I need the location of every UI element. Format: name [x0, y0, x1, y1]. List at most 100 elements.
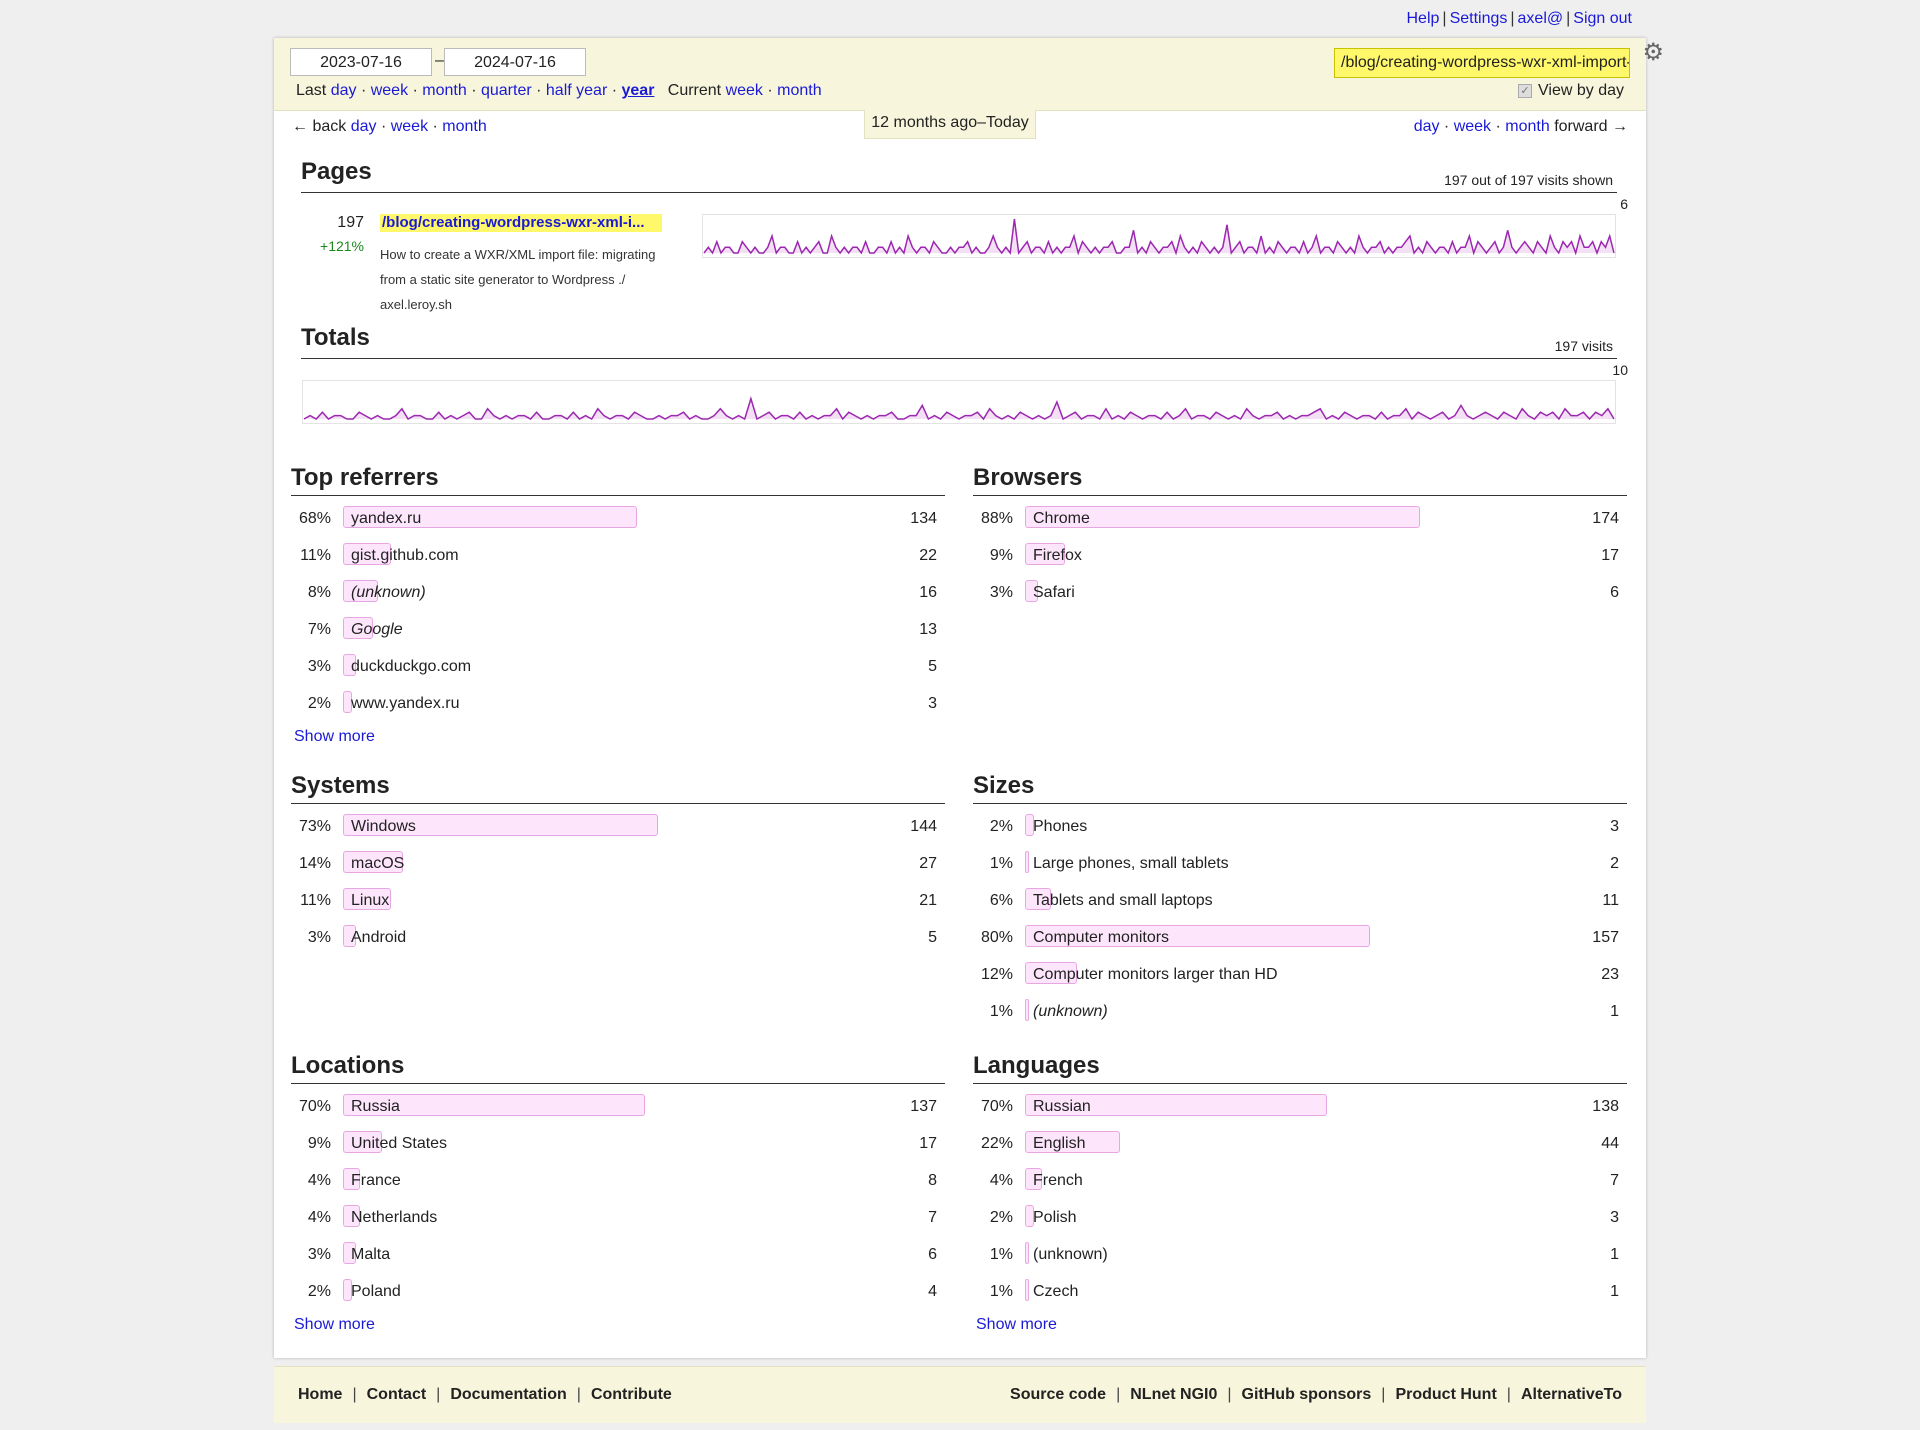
referrers-row[interactable]: 68% yandex.ru 134: [291, 500, 945, 537]
locations-row[interactable]: 4% Netherlands 7: [291, 1199, 945, 1236]
footer-separator: |: [436, 1386, 441, 1403]
separator: ·: [408, 82, 423, 99]
row-label: Google: [351, 621, 403, 638]
row-label: Safari: [1033, 584, 1075, 601]
top-nav-sep: |: [1442, 10, 1447, 27]
back-label: ← back: [292, 118, 347, 135]
row-percent: 11%: [300, 892, 331, 909]
footer-link-product-hunt[interactable]: Product Hunt: [1395, 1386, 1496, 1403]
sizes-row[interactable]: 80% Computer monitors 157: [973, 919, 1627, 956]
languages-row[interactable]: 22% English 44: [973, 1125, 1627, 1162]
languages-show-more[interactable]: Show more: [976, 1316, 1057, 1334]
totals-chart-max: 10: [1612, 362, 1628, 378]
languages-row[interactable]: 1% Czech 1: [973, 1273, 1627, 1310]
footer-link-home[interactable]: Home: [298, 1386, 342, 1403]
row-percent: 6%: [989, 892, 1013, 909]
footer-link-documentation[interactable]: Documentation: [450, 1386, 566, 1403]
row-percent: 11%: [300, 547, 331, 564]
row-bar: [1025, 999, 1030, 1021]
row-label: Computer monitors: [1033, 929, 1170, 946]
browsers-row[interactable]: 3% Safari 6: [973, 574, 1627, 611]
view-by-day-checkbox[interactable]: ✓ View by day: [1518, 82, 1624, 100]
forward-option-month[interactable]: month: [1505, 118, 1549, 135]
row-label: Netherlands: [351, 1209, 438, 1226]
current-option-month[interactable]: month: [777, 82, 821, 99]
help-link[interactable]: Help: [1407, 10, 1440, 27]
languages-row[interactable]: 4% French 7: [973, 1162, 1627, 1199]
last-option-day[interactable]: day: [331, 82, 357, 99]
locations-show-more[interactable]: Show more: [294, 1316, 375, 1334]
languages-row[interactable]: 2% Polish 3: [973, 1199, 1627, 1236]
row-count: 13: [919, 621, 937, 638]
row-label: (unknown): [1033, 1246, 1108, 1263]
footer: Home | Contact | Documentation | Contribute So…: [274, 1366, 1646, 1423]
user-link[interactable]: axel@: [1518, 10, 1564, 27]
checkbox-icon[interactable]: ✓: [1518, 83, 1533, 98]
footer-link-contact[interactable]: Contact: [367, 1386, 427, 1403]
forward-option-week[interactable]: week: [1454, 118, 1491, 135]
languages-row[interactable]: 70% Russian 138: [973, 1088, 1627, 1125]
last-label: Last: [296, 82, 327, 99]
referrers-row[interactable]: 7% Google 13: [291, 611, 945, 648]
row-label: (unknown): [351, 584, 426, 601]
row-count: 6: [928, 1246, 937, 1263]
settings-link[interactable]: Settings: [1450, 10, 1508, 27]
row-percent: 3%: [307, 658, 331, 675]
referrers-row[interactable]: 11% gist.github.com 22: [291, 537, 945, 574]
referrers-row[interactable]: 8% (unknown) 16: [291, 574, 945, 611]
last-option-half-year[interactable]: half year: [546, 82, 607, 99]
footer-link-source-code[interactable]: Source code: [1010, 1386, 1106, 1403]
sizes-row[interactable]: 1% Large phones, small tablets 2: [973, 845, 1627, 882]
footer-link-nlnet-ngi0[interactable]: NLnet NGI0: [1130, 1386, 1217, 1403]
row-percent: 3%: [989, 584, 1013, 601]
forward-option-day[interactable]: day: [1414, 118, 1440, 135]
locations-row[interactable]: 2% Poland 4: [291, 1273, 945, 1310]
systems-row[interactable]: 14% macOS 27: [291, 845, 945, 882]
browsers-row[interactable]: 9% Firefox 17: [973, 537, 1627, 574]
back-option-month[interactable]: month: [442, 118, 486, 135]
footer-link-contribute[interactable]: Contribute: [591, 1386, 672, 1403]
start-date-input[interactable]: 2023-07-16: [290, 48, 432, 76]
sizes-row[interactable]: 1% (unknown) 1: [973, 993, 1627, 1030]
systems-row[interactable]: 11% Linux 21: [291, 882, 945, 919]
footer-link-github-sponsors[interactable]: GitHub sponsors: [1242, 1386, 1372, 1403]
sizes-row[interactable]: 12% Computer monitors larger than HD 23: [973, 956, 1627, 993]
back-nav: ← back day · week · month: [292, 118, 487, 136]
browsers-row[interactable]: 88% Chrome 174: [973, 500, 1627, 537]
row-count: 3: [1610, 1209, 1619, 1226]
row-percent: 12%: [980, 966, 1013, 983]
locations-row[interactable]: 9% United States 17: [291, 1125, 945, 1162]
current-option-week[interactable]: week: [726, 82, 763, 99]
end-date-input[interactable]: 2024-07-16: [444, 48, 586, 76]
locations-row[interactable]: 4% France 8: [291, 1162, 945, 1199]
page-path-link[interactable]: /blog/creating-wordpress-wxr-xml-i...: [380, 214, 662, 232]
row-percent: 70%: [980, 1098, 1013, 1115]
last-option-quarter[interactable]: quarter: [481, 82, 532, 99]
referrers-row[interactable]: 2% www.yandex.ru 3: [291, 685, 945, 722]
locations-row[interactable]: 70% Russia 137: [291, 1088, 945, 1125]
last-option-month[interactable]: month: [422, 82, 466, 99]
totals-sparkline: [303, 396, 1615, 421]
back-option-week[interactable]: week: [391, 118, 428, 135]
referrers-row[interactable]: 3% duckduckgo.com 5: [291, 648, 945, 685]
pages-shown: 197 out of 197 visits shown: [1444, 172, 1613, 188]
footer-separator: |: [1116, 1386, 1121, 1403]
referrers-show-more[interactable]: Show more: [294, 728, 375, 746]
row-percent: 9%: [989, 547, 1013, 564]
last-option-week[interactable]: week: [371, 82, 408, 99]
sizes-row[interactable]: 2% Phones 3: [973, 808, 1627, 845]
locations-row[interactable]: 3% Malta 6: [291, 1236, 945, 1273]
languages-row[interactable]: 1% (unknown) 1: [973, 1236, 1627, 1273]
systems-row[interactable]: 73% Windows 144: [291, 808, 945, 845]
path-filter-input[interactable]: /blog/creating-wordpress-wxr-xml-import-…: [1334, 48, 1630, 78]
signout-link[interactable]: Sign out: [1573, 10, 1632, 27]
row-label: French: [1033, 1172, 1083, 1189]
gear-icon[interactable]: ⚙: [1642, 38, 1664, 67]
footer-link-alternativeto[interactable]: AlternativeTo: [1521, 1386, 1622, 1403]
systems-row[interactable]: 3% Android 5: [291, 919, 945, 956]
row-label: Android: [351, 929, 407, 946]
back-option-day[interactable]: day: [351, 118, 377, 135]
last-option-year[interactable]: year: [622, 82, 655, 99]
row-count: 138: [1592, 1098, 1619, 1115]
sizes-row[interactable]: 6% Tablets and small laptops 11: [973, 882, 1627, 919]
